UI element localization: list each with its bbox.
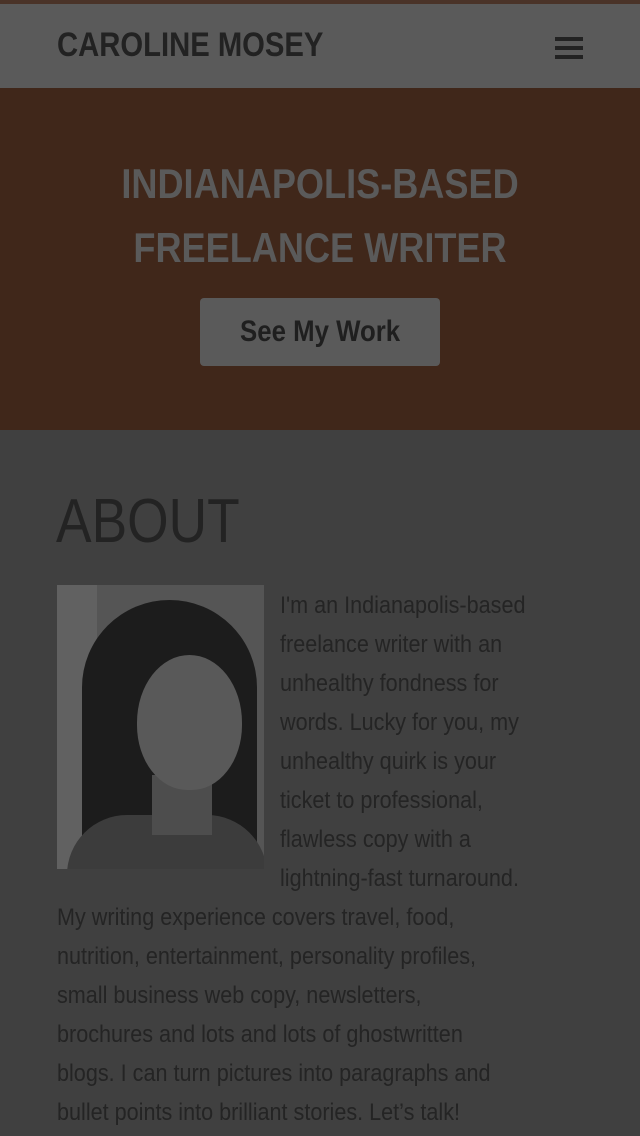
hamburger-menu-icon[interactable] xyxy=(553,35,585,61)
about-text-line: small business web copy, newsletters, xyxy=(57,982,422,1009)
about-text-line: nutrition, entertainment, personality pr… xyxy=(57,943,477,970)
hero-banner: INDIANAPOLIS-BASED FREELANCE WRITER See … xyxy=(0,88,640,430)
menu-bar-top xyxy=(555,37,583,41)
about-text-line: bullet points into brilliant stories. Le… xyxy=(57,1099,461,1126)
about-text-line: I'm an Indianapolis-based xyxy=(280,592,526,619)
about-text-line: ticket to professional, xyxy=(280,787,483,814)
about-text-line: brochures and lots and lots of ghostwrit… xyxy=(57,1021,463,1048)
about-text-line: flawless copy with a xyxy=(280,826,471,853)
about-text-line: unhealthy quirk is your xyxy=(280,748,497,775)
menu-bar-bottom xyxy=(555,55,583,59)
about-text-line: unhealthy fondness for xyxy=(280,670,499,697)
photo-face xyxy=(137,655,242,790)
site-header: CAROLINE MOSEY xyxy=(0,0,640,88)
hero-title-line-2: FREELANCE WRITER xyxy=(133,224,507,271)
site-logo[interactable]: CAROLINE MOSEY xyxy=(57,26,323,65)
about-text-line: blogs. I can turn pictures into paragrap… xyxy=(57,1060,491,1087)
about-text-line: words. Lucky for you, my xyxy=(280,709,519,736)
see-my-work-label: See My Work xyxy=(239,315,401,348)
see-my-work-button[interactable]: See My Work xyxy=(200,298,440,366)
about-text-line: freelance writer with an xyxy=(280,631,503,658)
hero-title-line-1: INDIANAPOLIS-BASED xyxy=(121,160,519,207)
about-text-line: lightning-fast turnaround. xyxy=(280,865,519,892)
about-text-line: My writing experience covers travel, foo… xyxy=(57,904,455,931)
profile-photo xyxy=(57,585,264,869)
about-heading: ABOUT xyxy=(56,487,240,556)
menu-bar-middle xyxy=(555,46,583,50)
